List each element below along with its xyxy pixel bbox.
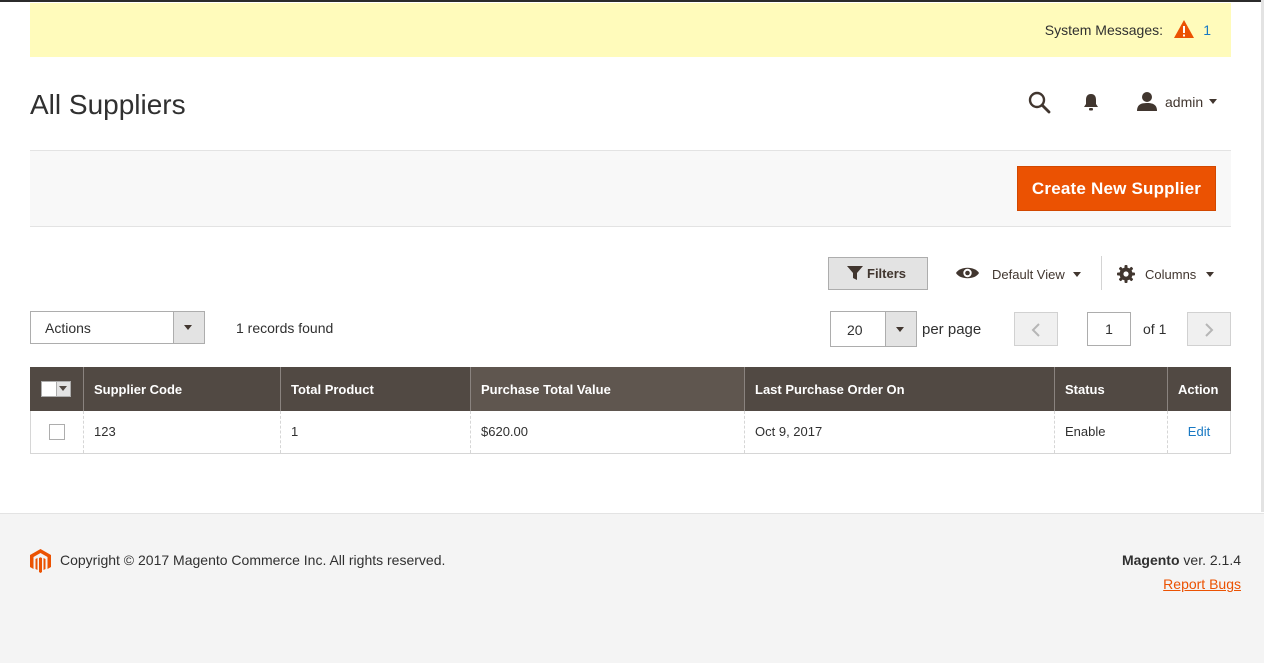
grid-header-row: Supplier Code Total Product Purchase Tot… <box>30 367 1231 411</box>
user-avatar-icon[interactable] <box>1136 91 1158 111</box>
next-page-button[interactable] <box>1187 312 1231 346</box>
previous-page-button[interactable] <box>1014 312 1058 346</box>
bell-icon[interactable] <box>1082 92 1100 112</box>
warning-icon[interactable] <box>1173 19 1195 39</box>
magento-logo-icon <box>30 549 51 573</box>
chevron-right-icon <box>1205 323 1214 337</box>
mass-select-dropdown[interactable] <box>41 381 71 398</box>
version-info: Magento ver. 2.1.4 <box>1122 552 1241 568</box>
column-header-total-product[interactable]: Total Product <box>280 367 471 411</box>
filters-button[interactable]: Filters <box>828 257 928 290</box>
cell-last-purchase-order-on: Oct 9, 2017 <box>744 411 1055 454</box>
cell-status: Enable <box>1054 411 1168 454</box>
table-row[interactable]: 123 1 $620.00 Oct 9, 2017 Enable Edit <box>30 411 1231 454</box>
mass-actions-select[interactable]: Actions <box>30 311 205 344</box>
select-arrow[interactable] <box>885 312 916 346</box>
column-header-supplier-code[interactable]: Supplier Code <box>83 367 281 411</box>
per-page-value: 20 <box>847 322 863 338</box>
funnel-icon <box>847 266 863 280</box>
page-footer <box>0 513 1264 663</box>
mass-select-header[interactable] <box>30 367 84 411</box>
column-header-last-purchase-order-on[interactable]: Last Purchase Order On <box>744 367 1055 411</box>
total-pages-label: of 1 <box>1143 321 1167 337</box>
current-page-input[interactable]: 1 <box>1087 312 1131 346</box>
cell-action: Edit <box>1167 411 1231 454</box>
cell-purchase-total-value: $620.00 <box>470 411 745 454</box>
chevron-left-icon <box>1031 323 1040 337</box>
version-number: ver. 2.1.4 <box>1183 552 1241 568</box>
gear-icon[interactable] <box>1117 265 1135 283</box>
chevron-down-icon[interactable] <box>1206 272 1214 277</box>
report-bugs-link[interactable]: Report Bugs <box>1163 576 1241 592</box>
system-messages-count[interactable]: 1 <box>1203 22 1211 38</box>
select-arrow[interactable] <box>56 382 70 397</box>
eye-icon[interactable] <box>955 265 980 281</box>
default-view-dropdown[interactable]: Default View <box>992 267 1065 282</box>
chevron-down-icon[interactable] <box>1073 272 1081 277</box>
cell-total-product: 1 <box>280 411 471 454</box>
column-header-status[interactable]: Status <box>1054 367 1168 411</box>
mass-actions-value: Actions <box>45 320 91 336</box>
edit-link[interactable]: Edit <box>1188 424 1210 439</box>
toolbar-divider <box>1101 256 1102 290</box>
per-page-label: per page <box>922 321 982 338</box>
system-messages-label: System Messages: <box>1044 22 1163 38</box>
user-menu-name[interactable]: admin <box>1165 94 1203 110</box>
window-top-border <box>0 0 1264 2</box>
select-arrow[interactable] <box>173 312 204 343</box>
chevron-down-icon <box>896 327 904 332</box>
copyright-text: Copyright © 2017 Magento Commerce Inc. A… <box>60 552 446 568</box>
chevron-down-icon <box>59 386 67 392</box>
chevron-down-icon <box>184 325 192 330</box>
row-select-cell[interactable] <box>30 411 84 454</box>
column-header-purchase-total-value[interactable]: Purchase Total Value <box>470 367 745 411</box>
system-messages-bar: System Messages: 1 <box>30 3 1231 57</box>
per-page-select[interactable]: 20 <box>830 311 917 347</box>
columns-dropdown[interactable]: Columns <box>1145 267 1196 282</box>
chevron-down-icon[interactable] <box>1209 99 1217 104</box>
column-header-action: Action <box>1167 367 1231 411</box>
suppliers-grid: Supplier Code Total Product Purchase Tot… <box>30 367 1231 454</box>
brand-name: Magento <box>1121 552 1180 568</box>
create-new-supplier-button[interactable]: Create New Supplier <box>1017 166 1216 211</box>
row-checkbox[interactable] <box>49 424 65 441</box>
page-title: All Suppliers <box>30 89 186 120</box>
search-icon[interactable] <box>1027 90 1051 114</box>
cell-supplier-code: 123 <box>83 411 281 454</box>
records-found: 1 records found <box>236 320 334 336</box>
